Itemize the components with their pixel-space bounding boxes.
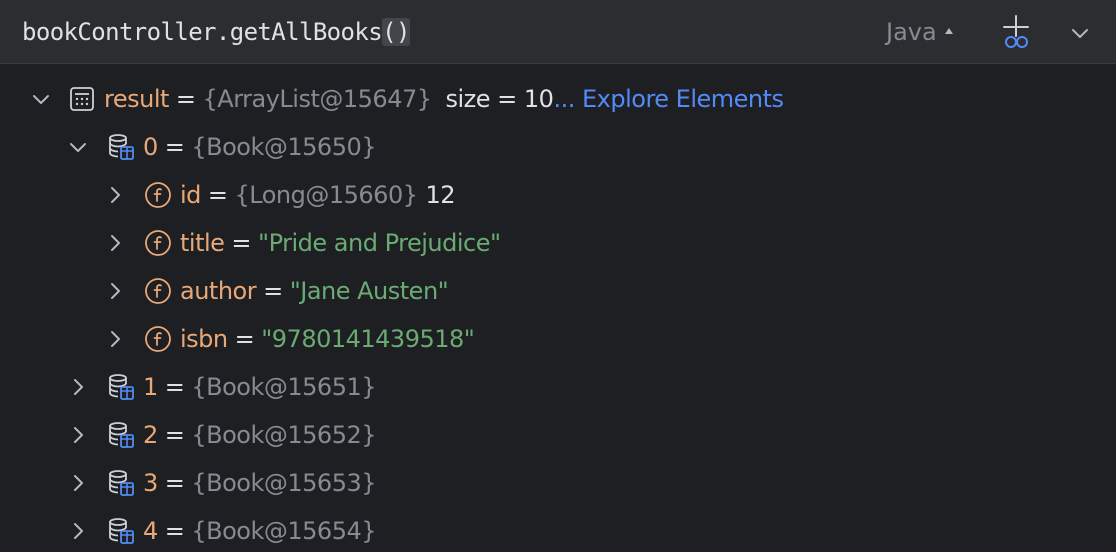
variable-name: result: [104, 85, 169, 113]
chevron-right-icon[interactable]: [104, 184, 126, 206]
field-icon: [144, 277, 172, 305]
item-2-text: 2 = {Book@15652}: [143, 411, 377, 459]
object-reference: {Book@15654}: [191, 517, 377, 545]
object-reference: {Book@15651}: [191, 373, 377, 401]
variable-name: 4: [143, 517, 158, 545]
tree-row-item-4[interactable]: 4 = {Book@15654}: [0, 507, 1116, 552]
evaluate-expression-header: bookController.getAllBooks() Java: [0, 0, 1116, 64]
chevron-right-icon[interactable]: [67, 376, 89, 398]
field-id-text: id = {Long@15660} 12: [180, 171, 456, 219]
field-name: title: [180, 229, 225, 257]
object-reference: {Long@15660}: [234, 181, 418, 209]
add-watch-icon: [1003, 15, 1029, 48]
field-icon: [144, 229, 172, 257]
chevron-right-icon[interactable]: [104, 280, 126, 302]
debugger-variables-panel: bookController.getAllBooks() Java result…: [0, 0, 1116, 552]
equals-sign: =: [164, 373, 185, 401]
field-name: isbn: [180, 325, 228, 353]
equals-sign: =: [164, 517, 185, 545]
more-options-button[interactable]: [1066, 20, 1094, 48]
string-value: "Pride and Prejudice": [258, 229, 501, 257]
explore-elements-link[interactable]: Explore Elements: [575, 85, 784, 113]
object-reference: {ArrayList@15647}: [202, 85, 432, 113]
list-icon: [70, 87, 94, 111]
expression-text[interactable]: bookController.getAllBooks(): [22, 14, 410, 50]
tree-row-field-author[interactable]: author = "Jane Austen": [0, 267, 1116, 315]
tree-row-item-0[interactable]: 0 = {Book@15650}: [0, 123, 1116, 171]
variable-name: 3: [143, 469, 158, 497]
tree-row-field-title[interactable]: title = "Pride and Prejudice": [0, 219, 1116, 267]
chevron-right-icon[interactable]: [67, 472, 89, 494]
variable-name: 1: [143, 373, 158, 401]
string-value: "9780141439518": [261, 325, 475, 353]
field-value: 12: [425, 181, 456, 209]
dropdown-triangle-icon: [944, 28, 953, 34]
explore-elements-label[interactable]: Explore Elements: [582, 85, 784, 113]
equals-sign: =: [234, 325, 255, 353]
equals-sign: =: [164, 133, 185, 161]
database-table-icon: [107, 469, 135, 497]
result-text: result = {ArrayList@15647} size = 10... Exp…: [104, 75, 784, 123]
tree-row-item-3[interactable]: 3 = {Book@15653}: [0, 459, 1116, 507]
expression-label: bookController.getAllBooks: [22, 18, 383, 46]
item-0-text: 0 = {Book@15650}: [143, 123, 377, 171]
field-name: author: [180, 277, 257, 305]
database-table-icon: [107, 373, 135, 401]
chevron-right-icon[interactable]: [67, 520, 89, 542]
item-4-text: 4 = {Book@15654}: [143, 507, 377, 552]
chevron-right-icon[interactable]: [104, 328, 126, 350]
tree-row-field-id[interactable]: id = {Long@15660} 12: [0, 171, 1116, 219]
object-reference: {Book@15650}: [191, 133, 377, 161]
field-name: id: [180, 181, 201, 209]
equals-sign: =: [207, 181, 228, 209]
item-1-text: 1 = {Book@15651}: [143, 363, 377, 411]
database-table-icon: [107, 421, 135, 449]
field-icon: [144, 181, 172, 209]
equals-sign: =: [231, 229, 252, 257]
equals-sign: =: [175, 85, 196, 113]
expression-parens-highlight: (): [382, 18, 410, 46]
collection-size: size = 10: [445, 85, 554, 113]
tree-row-item-1[interactable]: 1 = {Book@15651}: [0, 363, 1116, 411]
tree-row-field-isbn[interactable]: isbn = "9780141439518": [0, 315, 1116, 363]
equals-sign: =: [164, 469, 185, 497]
chevron-down-icon[interactable]: [30, 88, 52, 110]
equals-sign: =: [164, 421, 185, 449]
field-isbn-text: isbn = "9780141439518": [180, 315, 475, 363]
variable-name: 2: [143, 421, 158, 449]
item-3-text: 3 = {Book@15653}: [143, 459, 377, 507]
chevron-down-icon: [1072, 29, 1088, 38]
language-dropdown[interactable]: Java: [886, 14, 953, 50]
tree-row-item-2[interactable]: 2 = {Book@15652}: [0, 411, 1116, 459]
chevron-down-icon[interactable]: [67, 136, 89, 158]
database-table-icon: [107, 133, 135, 161]
string-value: "Jane Austen": [289, 277, 449, 305]
object-reference: {Book@15652}: [191, 421, 377, 449]
field-icon: [144, 325, 172, 353]
field-author-text: author = "Jane Austen": [180, 267, 449, 315]
chevron-right-icon[interactable]: [104, 232, 126, 254]
chevron-right-icon[interactable]: [67, 424, 89, 446]
variable-name: 0: [143, 133, 158, 161]
field-title-text: title = "Pride and Prejudice": [180, 219, 501, 267]
language-label: Java: [886, 18, 937, 46]
add-to-watches-button[interactable]: [996, 14, 1036, 52]
tree-row-result[interactable]: result = {ArrayList@15647} size = 10... Exp…: [0, 75, 1116, 123]
object-reference: {Book@15653}: [191, 469, 377, 497]
ellipsis[interactable]: ...: [553, 85, 575, 113]
database-table-icon: [107, 517, 135, 545]
equals-sign: =: [263, 277, 283, 305]
